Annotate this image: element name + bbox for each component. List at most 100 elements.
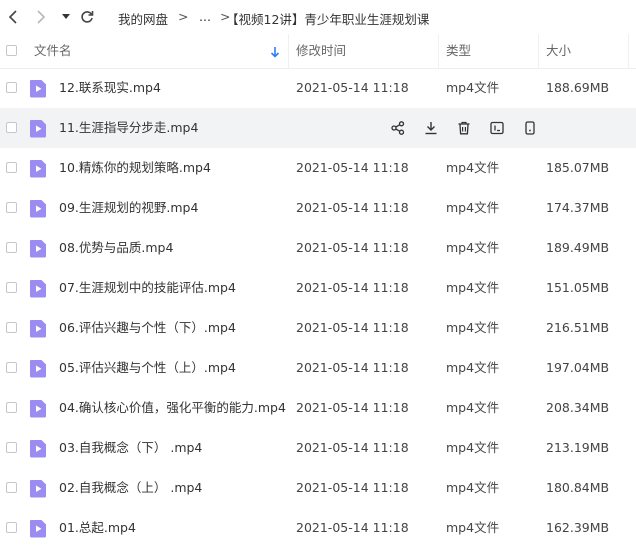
column-header-size[interactable]: 大小 (546, 34, 571, 68)
file-row[interactable]: 04.确认核心价值，强化平衡的能力.mp4 2021-05-14 11:18 mp4… (0, 388, 636, 428)
file-modified-time: 2021-05-14 11:18 (296, 400, 409, 415)
file-row[interactable]: 11.生涯指导分步走.mp4 (0, 108, 636, 148)
file-row[interactable]: 12.联系现实.mp4 2021-05-14 11:18 mp4文件 188.69MB (0, 68, 636, 108)
file-name[interactable]: 02.自我概念（上） .mp4 (59, 468, 202, 508)
forward-button[interactable] (31, 7, 51, 27)
file-size: 189.49MB (546, 240, 610, 255)
file-row[interactable]: 07.生涯规划中的技能评估.mp4 2021-05-14 11:18 mp4文件 15… (0, 268, 636, 308)
row-checkbox[interactable] (6, 242, 17, 253)
select-all-checkbox[interactable] (6, 45, 17, 56)
caret-down-icon (62, 14, 70, 19)
row-checkbox[interactable] (6, 122, 17, 133)
chevron-left-icon (8, 10, 17, 24)
row-checkbox[interactable] (6, 202, 17, 213)
breadcrumb-current: 【视频12讲】青少年职业生涯规划课 (226, 12, 430, 27)
file-modified-time: 2021-05-14 11:18 (296, 280, 409, 295)
column-divider[interactable] (538, 34, 539, 68)
file-size: 188.69MB (546, 80, 610, 95)
row-checkbox[interactable] (6, 82, 17, 93)
file-modified-time: 2021-05-14 11:18 (296, 440, 409, 455)
row-checkbox[interactable] (6, 322, 17, 333)
rename-icon[interactable] (487, 118, 507, 138)
video-file-icon (29, 119, 47, 138)
video-file-icon (29, 239, 47, 258)
file-modified-time: 2021-05-14 11:18 (296, 240, 409, 255)
share-icon[interactable] (388, 118, 408, 138)
file-type: mp4文件 (446, 200, 500, 215)
column-divider[interactable] (628, 34, 629, 68)
video-file-icon (29, 399, 47, 418)
file-list-header: 文件名 修改时间 类型 大小 (0, 34, 636, 69)
file-name[interactable]: 01.总起.mp4 (59, 508, 136, 548)
row-checkbox[interactable] (6, 162, 17, 173)
file-row[interactable]: 05.评估兴趣与个性（上）.mp4 2021-05-14 11:18 mp4文件 19… (0, 348, 636, 388)
back-button[interactable] (3, 7, 23, 27)
column-header-name[interactable]: 文件名 (34, 34, 72, 68)
row-checkbox[interactable] (6, 482, 17, 493)
download-icon[interactable] (421, 118, 441, 138)
arrow-down-icon (270, 47, 280, 58)
file-name[interactable]: 07.生涯规划中的技能评估.mp4 (59, 268, 236, 308)
file-size: 151.05MB (546, 280, 610, 295)
file-name[interactable]: 05.评估兴趣与个性（上）.mp4 (59, 348, 236, 388)
file-name[interactable]: 09.生涯规划的视野.mp4 (59, 188, 198, 228)
column-header-modified[interactable]: 修改时间 (296, 34, 346, 68)
file-type: mp4文件 (446, 240, 500, 255)
file-name[interactable]: 10.精炼你的规划策略.mp4 (59, 148, 211, 188)
file-size: 197.04MB (546, 360, 610, 375)
file-size: 180.84MB (546, 480, 610, 495)
file-size: 208.34MB (546, 400, 610, 415)
video-file-icon (29, 79, 47, 98)
file-name[interactable]: 06.评估兴趣与个性（下）.mp4 (59, 308, 236, 348)
breadcrumb-root[interactable]: 我的网盘 (118, 9, 168, 28)
video-file-icon (29, 279, 47, 298)
row-checkbox[interactable] (6, 362, 17, 373)
video-file-icon (29, 319, 47, 338)
file-size: 216.51MB (546, 320, 610, 335)
column-header-type[interactable]: 类型 (446, 34, 471, 68)
file-type: mp4文件 (446, 280, 500, 295)
more-icon[interactable] (520, 118, 540, 138)
refresh-button[interactable] (77, 7, 97, 27)
file-type: mp4文件 (446, 400, 500, 415)
file-modified-time: 2021-05-14 11:18 (296, 200, 409, 215)
history-dropdown-button[interactable] (59, 7, 73, 27)
delete-icon[interactable] (454, 118, 474, 138)
file-name[interactable]: 11.生涯指导分步走.mp4 (59, 108, 198, 148)
file-row[interactable]: 03.自我概念（下） .mp4 2021-05-14 11:18 mp4文件 213.… (0, 428, 636, 468)
column-divider[interactable] (438, 34, 439, 68)
file-modified-time: 2021-05-14 11:18 (296, 360, 409, 375)
file-row[interactable]: 02.自我概念（上） .mp4 2021-05-14 11:18 mp4文件 180.… (0, 468, 636, 508)
row-actions (388, 108, 553, 148)
row-checkbox[interactable] (6, 282, 17, 293)
row-checkbox[interactable] (6, 442, 17, 453)
row-checkbox[interactable] (6, 522, 17, 533)
file-type: mp4文件 (446, 160, 500, 175)
file-name[interactable]: 03.自我概念（下） .mp4 (59, 428, 202, 468)
file-modified-time: 2021-05-14 11:18 (296, 160, 409, 175)
file-modified-time: 2021-05-14 11:18 (296, 520, 409, 535)
file-size: 162.39MB (546, 520, 610, 535)
chevron-right-icon (37, 10, 46, 24)
refresh-icon (81, 11, 94, 23)
file-name[interactable]: 04.确认核心价值，强化平衡的能力.mp4 (59, 388, 286, 428)
file-row[interactable]: 10.精炼你的规划策略.mp4 2021-05-14 11:18 mp4文件 185.… (0, 148, 636, 188)
file-type: mp4文件 (446, 320, 500, 335)
file-name[interactable]: 08.优势与品质.mp4 (59, 228, 173, 268)
video-file-icon (29, 439, 47, 458)
file-size: 185.07MB (546, 160, 610, 175)
file-type: mp4文件 (446, 360, 500, 375)
breadcrumb-ellipsis[interactable]: ... (199, 9, 211, 24)
file-row[interactable]: 01.总起.mp4 2021-05-14 11:18 mp4文件 162.39MB (0, 508, 636, 548)
file-row[interactable]: 08.优势与品质.mp4 2021-05-14 11:18 mp4文件 189.49M… (0, 228, 636, 268)
file-type: mp4文件 (446, 80, 500, 95)
file-row[interactable]: 06.评估兴趣与个性（下）.mp4 2021-05-14 11:18 mp4文件 21… (0, 308, 636, 348)
file-type: mp4文件 (446, 520, 500, 535)
sort-desc-icon[interactable] (270, 46, 280, 58)
column-divider[interactable] (288, 34, 289, 68)
row-checkbox[interactable] (6, 402, 17, 413)
file-row[interactable]: 09.生涯规划的视野.mp4 2021-05-14 11:18 mp4文件 174.3… (0, 188, 636, 228)
video-file-icon (29, 479, 47, 498)
file-name[interactable]: 12.联系现实.mp4 (59, 68, 161, 108)
video-file-icon (29, 159, 47, 178)
